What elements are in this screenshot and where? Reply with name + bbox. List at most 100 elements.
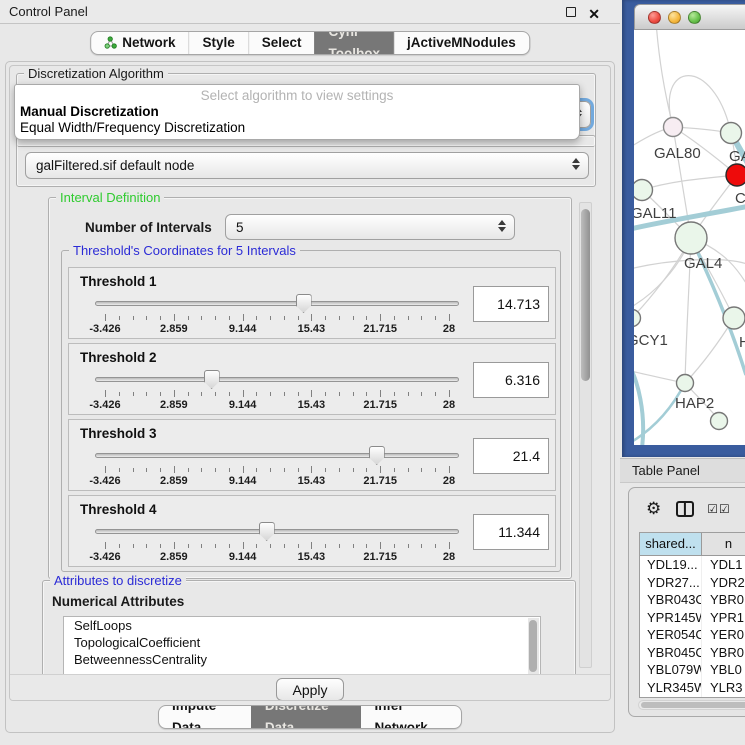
tick-mark [146, 544, 147, 548]
tab-label: Cyni Toolbox [329, 31, 380, 55]
table-row[interactable]: YDL19...YDL1 [640, 556, 745, 574]
table-row[interactable]: YBR045CYBR0 [640, 644, 745, 662]
slider-ticks: -3.4262.8599.14415.4321.71528 [95, 522, 459, 566]
tab-cyni-toolbox[interactable]: Cyni Toolbox [315, 32, 393, 54]
threshold-value-field[interactable]: 11.344 [473, 514, 549, 550]
tick-mark [256, 544, 257, 548]
tab-label: Style [202, 32, 234, 54]
tick-mark [298, 468, 299, 472]
network-node-bottom-node[interactable] [711, 413, 728, 430]
table-row[interactable]: YER054CYER0 [640, 626, 745, 644]
select-all-checkbox-icon[interactable]: ☑☑ [707, 502, 731, 516]
network-node-gal80[interactable] [664, 118, 683, 137]
interval-definition-title: Interval Definition [56, 190, 164, 205]
tab-select[interactable]: Select [248, 32, 315, 54]
threshold-slider[interactable]: -3.4262.8599.14415.4321.71528 [95, 522, 459, 566]
algorithm-placeholder-option[interactable]: Select algorithm to view settings [15, 85, 579, 103]
minimize-window-icon[interactable] [668, 11, 681, 24]
tick-mark [270, 544, 271, 548]
threshold-label: Threshold 2 [80, 350, 157, 365]
column-header-shared-name[interactable]: shared... [640, 533, 702, 555]
close-window-icon[interactable] [648, 11, 661, 24]
attributes-scrollbar-thumb[interactable] [529, 620, 537, 672]
table-row[interactable]: YPR145WYPR1 [640, 609, 745, 627]
tab-discretize-data[interactable]: Discretize Data [251, 706, 361, 728]
network-node-top-right[interactable] [721, 123, 742, 144]
threshold-value-field[interactable]: 21.4 [473, 438, 549, 474]
numerical-attributes-label: Numerical Attributes [52, 594, 184, 609]
tick-mark [325, 544, 326, 548]
tick-mark [394, 316, 395, 320]
tab-impute-data[interactable]: Impute Data [159, 706, 251, 728]
tick-mark [339, 468, 340, 472]
node-table[interactable]: shared... n YDL19...YDL1YDR27...YDR2YBR0… [639, 532, 745, 698]
algorithm-option-equal-width[interactable]: Equal Width/Frequency Discretization [15, 119, 579, 135]
tick-mark [270, 316, 271, 320]
tick-mark [174, 466, 175, 473]
threshold-value-field[interactable]: 6.316 [473, 362, 549, 398]
cell-shared-name: YER054C [640, 626, 702, 644]
cell-shared-name: YDR27... [640, 574, 702, 592]
threshold-slider[interactable]: -3.4262.8599.14415.4321.71528 [95, 294, 459, 338]
maximize-window-icon[interactable] [688, 11, 701, 24]
interval-definition-group: Interval Definition Number of Intervals … [48, 197, 572, 579]
network-window-titlebar[interactable] [634, 4, 745, 30]
attributes-scrollbar[interactable] [528, 618, 539, 678]
network-node-h-node[interactable] [723, 307, 745, 329]
tab-jactivemnodules[interactable]: jActiveMNodules [393, 32, 529, 54]
tick-mark [256, 316, 257, 320]
tick-mark [201, 316, 202, 320]
tick-mark [339, 316, 340, 320]
tick-mark [366, 392, 367, 396]
table-data-combobox[interactable]: galFiltered.sif default node [25, 152, 589, 179]
column-header-name[interactable]: n [702, 533, 745, 555]
tick-mark [380, 466, 381, 473]
tick-mark [119, 544, 120, 548]
threshold-slider[interactable]: -3.4262.8599.14415.4321.71528 [95, 446, 459, 490]
settings-scrollbar[interactable] [579, 202, 592, 668]
tick-label: 28 [443, 399, 455, 411]
tick-label: -3.426 [89, 399, 120, 411]
show-columns-icon[interactable] [676, 501, 694, 517]
network-node-red-node[interactable] [726, 164, 745, 186]
gear-icon[interactable]: ⚙ [646, 499, 661, 519]
tick-mark [188, 316, 189, 320]
table-row[interactable]: YBL079WYBL0 [640, 661, 745, 679]
control-panel-title: Control Panel [9, 4, 88, 19]
tick-mark [284, 468, 285, 472]
number-of-intervals-combobox[interactable]: 5 [225, 214, 515, 240]
tab-network[interactable]: Network [91, 32, 188, 54]
tick-label: 28 [443, 551, 455, 563]
network-node-gcy1[interactable] [634, 310, 641, 327]
table-horizontal-scrollbar-thumb[interactable] [641, 702, 745, 708]
tab-infer-network[interactable]: Infer Network [360, 706, 461, 728]
tick-mark [311, 542, 312, 549]
network-node-gal11[interactable] [634, 180, 653, 201]
float-window-icon[interactable] [566, 7, 576, 17]
network-node-gal4[interactable] [675, 222, 707, 254]
table-row[interactable]: YDR27...YDR2 [640, 574, 745, 592]
tick-label: 2.859 [160, 551, 188, 563]
threshold-value-field[interactable]: 14.713 [473, 286, 549, 322]
table-row[interactable]: YIL052CYIL0 [640, 696, 745, 698]
network-canvas[interactable]: GAL80GACGAL11GAL4GCY1HHAP2 [634, 30, 745, 445]
threshold-slider[interactable]: -3.4262.8599.14415.4321.71528 [95, 370, 459, 414]
tick-mark [201, 544, 202, 548]
attribute-list-item[interactable]: SelfLoops [64, 617, 540, 634]
tick-mark [311, 314, 312, 321]
algorithm-option-manual[interactable]: Manual Discretization [15, 103, 579, 119]
tab-label: jActiveMNodules [407, 32, 516, 54]
tick-mark [105, 466, 106, 473]
table-horizontal-scrollbar[interactable] [638, 700, 745, 710]
close-icon[interactable]: ✕ [588, 2, 600, 26]
attribute-list-item[interactable]: BetweennessCentrality [64, 651, 540, 668]
cell-name: YBR0 [702, 644, 745, 662]
table-row[interactable]: YBR043CYBR0 [640, 591, 745, 609]
settings-scrollbar-thumb[interactable] [581, 209, 590, 381]
network-node-hap2[interactable] [677, 375, 694, 392]
tick-mark [449, 314, 450, 321]
apply-button[interactable]: Apply [276, 678, 344, 701]
attribute-list-item[interactable]: TopologicalCoefficient [64, 634, 540, 651]
tab-style[interactable]: Style [188, 32, 247, 54]
table-row[interactable]: YLR345WYLR3 [640, 679, 745, 697]
